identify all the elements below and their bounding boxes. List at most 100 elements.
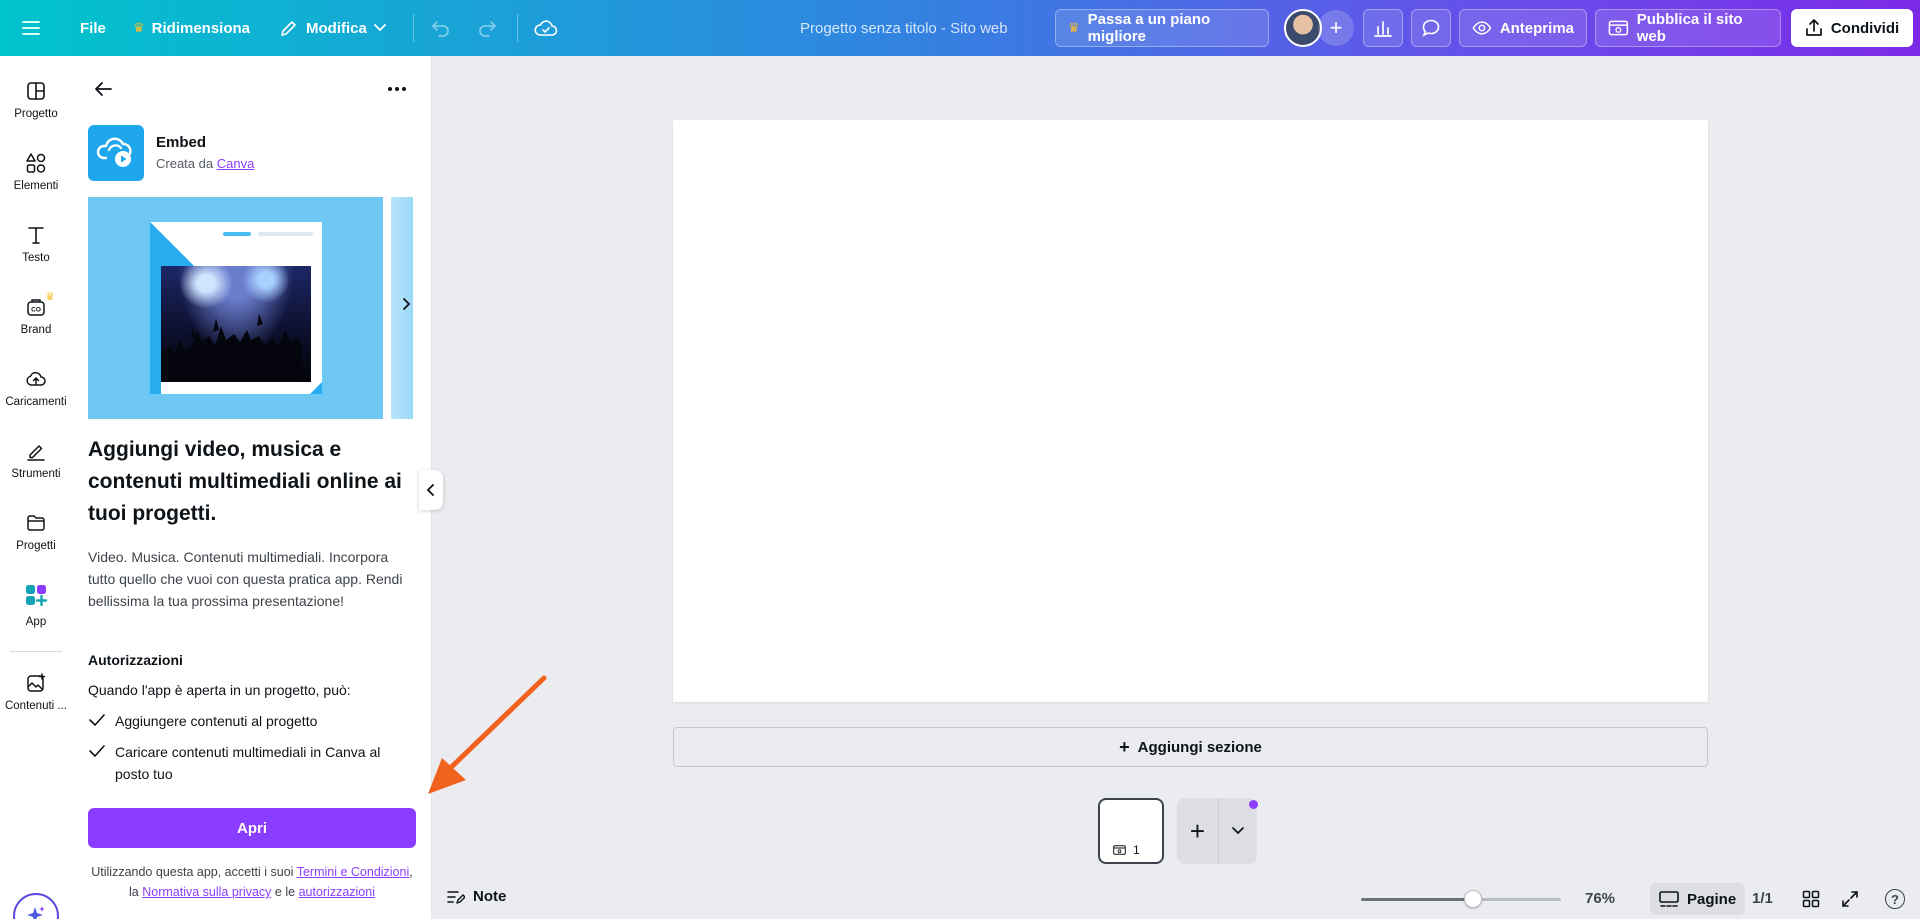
rail-item-caricamenti[interactable]: Caricamenti — [0, 368, 72, 408]
file-menu[interactable]: File — [80, 0, 106, 56]
rail-item-brand[interactable]: CO Brand — [0, 296, 72, 336]
zoom-slider-thumb[interactable] — [1464, 890, 1482, 908]
pages-icon — [1659, 891, 1679, 907]
comment-icon — [1422, 19, 1440, 37]
resize-button[interactable]: ♛ Ridimensiona — [133, 0, 250, 56]
website-icon — [1608, 20, 1629, 36]
svg-text:CO: CO — [31, 307, 41, 314]
top-bar: File ♛ Ridimensiona Modifica Progetto se… — [0, 0, 1920, 56]
slide-line — [258, 232, 313, 236]
rail-label: Brand — [20, 324, 52, 336]
insights-button[interactable] — [1363, 9, 1403, 47]
rail-item-app[interactable]: App — [0, 580, 72, 628]
rail-item-progetti[interactable]: Progetti — [0, 512, 72, 552]
rail-label: Strumenti — [11, 468, 61, 480]
upgrade-button[interactable]: ♛ Passa a un piano migliore — [1055, 9, 1269, 47]
file-label: File — [80, 19, 106, 37]
crowd-silhouette — [161, 314, 302, 382]
check-icon — [88, 741, 106, 785]
app-name: Embed — [156, 134, 207, 151]
privacy-link[interactable]: Normativa sulla privacy — [142, 885, 271, 899]
notes-button[interactable]: Note — [447, 888, 506, 905]
add-section-button[interactable]: + Aggiungi sezione — [673, 727, 1708, 767]
app-headline: Aggiungi video, musica e contenuti multi… — [88, 438, 402, 525]
eye-icon — [1472, 21, 1492, 35]
save-status-button[interactable] — [534, 0, 558, 56]
upgrade-label: Passa a un piano migliore — [1087, 11, 1211, 45]
layout-icon — [25, 80, 47, 102]
fullscreen-icon[interactable] — [1841, 890, 1859, 908]
menu-button[interactable] — [22, 0, 40, 56]
bottom-bar: Note 76% Pagine 1/1 ? — [432, 880, 1920, 919]
zoom-value[interactable]: 76% — [1585, 890, 1615, 907]
grid-view-icon[interactable] — [1802, 890, 1820, 908]
text-icon — [25, 224, 47, 246]
edit-menu[interactable]: Modifica — [279, 0, 386, 56]
creator-link[interactable]: Canva — [217, 156, 255, 171]
rail-label: Progetto — [14, 108, 58, 120]
rail-divider — [10, 651, 62, 652]
document-title[interactable]: Progetto senza titolo - Sito web — [800, 0, 1008, 56]
brand-icon: CO — [25, 296, 47, 318]
gallery-slide[interactable] — [88, 197, 383, 419]
terms-link[interactable]: Termini e Condizioni — [297, 865, 410, 879]
pencil-icon — [281, 21, 296, 36]
add-page-button[interactable]: + — [1177, 798, 1219, 864]
terms-text: Utilizzando questa app, accetti i suoi — [91, 865, 294, 879]
more-options-button[interactable] — [382, 74, 412, 104]
rail-label: Elementi — [13, 180, 59, 192]
page-thumbnail[interactable]: 1 — [1098, 798, 1164, 864]
permission-text: Aggiungere contenuti al progetto — [115, 713, 318, 729]
image-plus-icon — [25, 672, 47, 694]
app-creator: Creata da Canva — [156, 156, 254, 171]
invite-button[interactable]: + — [1318, 10, 1354, 46]
rail-item-elementi[interactable]: Elementi — [0, 152, 72, 192]
hamburger-icon — [22, 21, 40, 35]
permission-item: Aggiungere contenuti al progetto — [88, 710, 413, 732]
help-button[interactable]: ? — [1885, 889, 1905, 909]
comments-button[interactable] — [1411, 9, 1451, 47]
publish-website-button[interactable]: Pubblica il sito web — [1595, 9, 1781, 47]
user-avatar[interactable] — [1284, 9, 1322, 47]
add-page-control: + — [1177, 798, 1257, 864]
resize-label: Ridimensiona — [151, 19, 251, 37]
app-detail-panel: Embed Creata da Canva Aggiungi video, mu… — [72, 56, 432, 919]
undo-button[interactable] — [431, 0, 451, 56]
collapse-panel-button[interactable] — [419, 470, 443, 510]
edit-label: Modifica — [306, 19, 367, 37]
dot — [402, 87, 406, 91]
permissions-title: Autorizzazioni — [88, 652, 183, 668]
rail-item-contenuti[interactable]: Contenuti ... — [0, 672, 72, 712]
slide-line — [223, 232, 251, 236]
publish-label: Pubblica il sito web — [1636, 11, 1743, 45]
preview-button[interactable]: Anteprima — [1459, 9, 1587, 47]
website-icon — [1113, 845, 1126, 855]
permissions-intro: Quando l'app è aperta in un progetto, pu… — [88, 682, 351, 698]
left-rail: Progetto Elementi Testo CO Brand ♛ Caric… — [0, 56, 72, 919]
redo-button[interactable] — [477, 0, 497, 56]
magic-assistant-button[interactable] — [13, 893, 59, 919]
rail-item-testo[interactable]: Testo — [0, 224, 72, 264]
crown-icon: ♛ — [133, 20, 145, 35]
chevron-left-icon — [426, 484, 434, 496]
cloud-check-icon — [534, 20, 558, 36]
permissions-link[interactable]: autorizzazioni — [299, 885, 375, 899]
sparkle-icon — [27, 906, 45, 919]
share-button[interactable]: Condividi — [1791, 9, 1913, 47]
open-app-button[interactable]: Apri — [88, 808, 416, 848]
dot — [395, 87, 399, 91]
back-button[interactable] — [88, 74, 118, 104]
terms-notice: Utilizzando questa app, accetti i suoi T… — [88, 862, 416, 902]
arrow-left-icon — [95, 82, 112, 96]
rail-label: App — [25, 616, 47, 628]
design-page[interactable] — [673, 120, 1708, 702]
embed-icon — [96, 137, 132, 167]
page-count: 1/1 — [1752, 890, 1773, 907]
folder-icon — [25, 512, 47, 534]
chevron-right-icon[interactable] — [398, 296, 414, 312]
plus-icon: + — [1119, 737, 1130, 757]
rail-item-progetto[interactable]: Progetto — [0, 80, 72, 120]
pages-button[interactable]: Pagine — [1650, 883, 1746, 915]
zoom-slider[interactable] — [1361, 898, 1561, 901]
rail-item-strumenti[interactable]: Strumenti — [0, 440, 72, 480]
